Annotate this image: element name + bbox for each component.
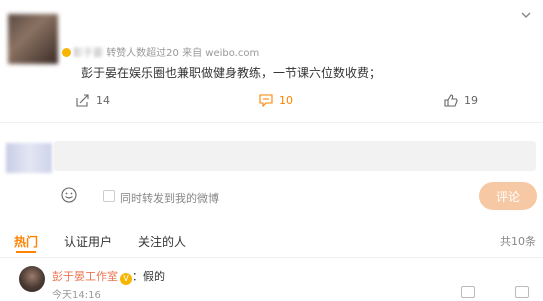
tab-hot[interactable]: 热门 xyxy=(14,233,38,250)
tab-verified[interactable]: 认证用户 xyxy=(64,233,112,250)
post-source: 来自 weibo.com xyxy=(182,48,260,59)
chevron-down-icon[interactable] xyxy=(521,8,531,23)
like-count: 19 xyxy=(464,94,478,107)
submit-comment-button[interactable]: 评论 xyxy=(479,182,537,210)
current-user-avatar xyxy=(6,143,52,173)
verified-badge-icon: V xyxy=(120,273,132,285)
emoji-icon xyxy=(61,187,77,203)
vip-icon xyxy=(62,48,71,57)
author-avatar[interactable] xyxy=(8,14,58,64)
comment-separator: ： xyxy=(132,270,143,283)
repost-note: 转赞人数超过20 xyxy=(106,48,179,59)
like-icon xyxy=(444,94,458,107)
comment-reply-icon[interactable] xyxy=(461,286,475,298)
emoji-button[interactable] xyxy=(61,187,77,203)
comment-icon xyxy=(259,94,273,107)
post-text: 彭于晏在娱乐圈也兼职做健身教练，一节课六位数收费； xyxy=(81,66,382,80)
tab-following[interactable]: 关注的人 xyxy=(138,233,186,250)
repost-label: 同时转发到我的微博 xyxy=(120,192,219,205)
comment-line: 彭于晏工作室 V ：假的 xyxy=(52,268,165,285)
divider xyxy=(0,257,543,258)
post-meta: 彭于晏 转赞人数超过20 来自 weibo.com xyxy=(62,44,259,59)
share-icon xyxy=(76,94,89,107)
comment-actions xyxy=(461,286,529,298)
meta-prefix: 彭于晏 xyxy=(73,48,103,59)
active-tab-indicator xyxy=(16,251,36,253)
comment-text: 假的 xyxy=(143,270,165,283)
comment-count: 10 xyxy=(279,94,293,107)
share-button[interactable]: 14 xyxy=(76,94,110,107)
comment-button[interactable]: 10 xyxy=(259,94,293,107)
comments-count: 共10条 xyxy=(500,235,536,248)
comment-author[interactable]: 彭于晏工作室 xyxy=(52,270,118,283)
comment-input[interactable] xyxy=(54,141,536,171)
comment-avatar[interactable] xyxy=(19,266,45,292)
like-button[interactable]: 19 xyxy=(444,94,478,107)
share-count: 14 xyxy=(96,94,110,107)
comment-like-icon[interactable] xyxy=(515,286,529,298)
comment-time: 今天14:16 xyxy=(52,290,101,301)
repost-checkbox[interactable] xyxy=(103,190,115,202)
divider xyxy=(0,122,543,123)
